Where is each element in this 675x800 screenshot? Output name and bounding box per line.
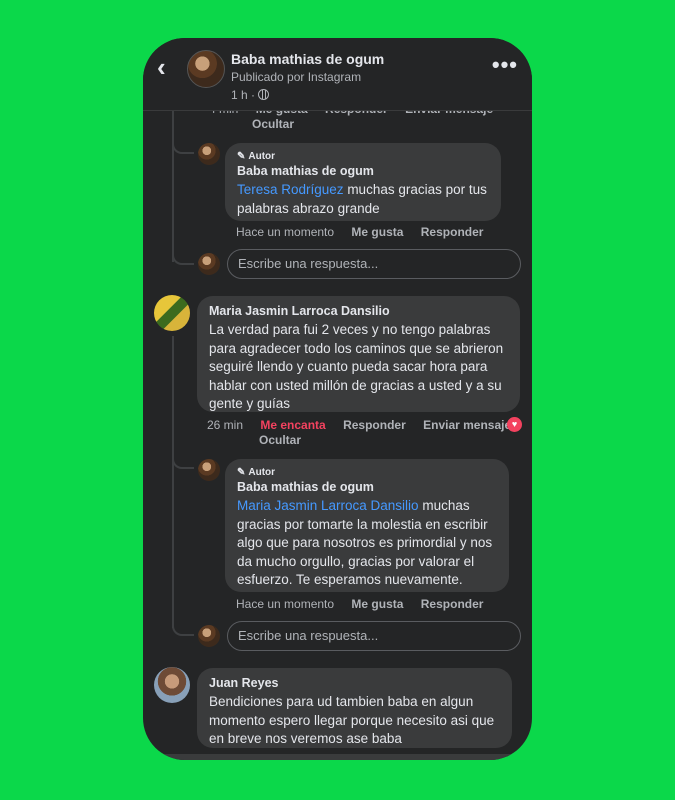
like-button[interactable]: Me gusta — [351, 597, 403, 611]
post-header: ‹ Baba mathias de ogum Publicado por Ins… — [143, 38, 532, 111]
author-badge-label: Autor — [248, 467, 276, 478]
avatar[interactable] — [198, 459, 220, 481]
avatar[interactable] — [187, 50, 225, 88]
avatar[interactable] — [154, 667, 190, 703]
comment-author[interactable]: Baba mathias de ogum — [237, 164, 489, 178]
comment-text: La verdad para fui 2 veces y no tengo pa… — [209, 322, 504, 411]
comment-author[interactable]: Maria Jasmin Larroca Dansilio — [209, 304, 508, 318]
reply-bubble: ✎ Autor Baba mathias de ogum Maria Jasmin… — [225, 459, 509, 592]
thread-line — [172, 110, 174, 262]
pencil-icon: ✎ — [237, 467, 246, 478]
avatar — [198, 625, 220, 647]
thread-line — [172, 336, 174, 628]
post-time-text: 1 h · — [231, 88, 256, 102]
reply-time: Hace un momento — [236, 597, 335, 611]
reply-actions: Hace un momento Me gusta Responder — [236, 225, 497, 239]
author-badge: ✎ Autor — [237, 467, 497, 478]
reply-input[interactable]: Escribe una respuesta... — [227, 621, 521, 651]
avatar[interactable] — [154, 295, 190, 331]
comment-bubble: Juan Reyes Bendiciones para ud tambien b… — [197, 668, 512, 748]
reply-time: Hace un momento — [236, 225, 335, 239]
avatar — [198, 253, 220, 275]
comment-time: 26 min — [207, 418, 244, 432]
pencil-icon: ✎ — [237, 151, 246, 162]
phone-frame: 4 min Me gusta Responder Enviar mensaje … — [143, 38, 532, 760]
comment-actions: 26 min Me encanta Responder Enviar mensa… — [207, 418, 525, 432]
reply-button[interactable]: Responder — [421, 225, 484, 239]
comment-bubble: Maria Jasmin Larroca Dansilio La verdad … — [197, 296, 520, 412]
mention-link[interactable]: Teresa Rodríguez — [237, 182, 344, 197]
post-time: 1 h · — [231, 88, 270, 102]
author-badge: ✎ Autor — [237, 151, 489, 162]
reply-input-placeholder: Escribe una respuesta... — [238, 256, 379, 271]
reply-actions: Hace un momento Me gusta Responder — [236, 597, 497, 611]
clipped-hide-button[interactable]: Ocultar — [252, 117, 294, 131]
reply-button[interactable]: Responder — [421, 597, 484, 611]
comment-text: Bendiciones para ud tambien baba en algu… — [209, 694, 495, 746]
like-button[interactable]: Me gusta — [351, 225, 403, 239]
reply-button[interactable]: Responder — [343, 418, 406, 432]
comment-author[interactable]: Juan Reyes — [209, 676, 500, 690]
page-title[interactable]: Baba mathias de ogum — [231, 51, 384, 67]
reply-bubble: ✎ Autor Baba mathias de ogum Teresa Rodrí… — [225, 143, 501, 221]
globe-icon — [258, 89, 270, 100]
thread-connector — [172, 138, 194, 154]
hide-row: Ocultar — [259, 433, 315, 447]
heart-icon[interactable]: ♥ — [507, 417, 522, 432]
chevron-left-icon[interactable]: ‹ — [157, 54, 175, 80]
thread-connector — [172, 620, 194, 636]
love-reaction-button[interactable]: Me encanta — [260, 418, 325, 432]
comment-text: Maria Jasmin Larroca Dansilio muchas gra… — [237, 497, 497, 590]
comment-author[interactable]: Baba mathias de ogum — [237, 480, 497, 494]
comment-text: Teresa Rodríguez muchas gracias por tus … — [237, 181, 489, 218]
send-message-button[interactable]: Enviar mensaje — [423, 418, 511, 432]
author-badge-label: Autor — [248, 151, 276, 162]
hide-button[interactable]: Ocultar — [259, 433, 301, 447]
clipped-hide-row: Ocultar — [252, 117, 308, 131]
bottom-bar — [143, 754, 532, 760]
post-subtitle: Publicado por Instagram — [231, 70, 362, 84]
more-horizontal-icon[interactable]: ••• — [492, 52, 518, 78]
reply-input-placeholder: Escribe una respuesta... — [238, 628, 379, 643]
thread-connector — [172, 453, 194, 469]
reply-input[interactable]: Escribe una respuesta... — [227, 249, 521, 279]
avatar[interactable] — [198, 143, 220, 165]
mention-link[interactable]: Maria Jasmin Larroca Dansilio — [237, 498, 419, 513]
thread-connector — [172, 249, 194, 265]
